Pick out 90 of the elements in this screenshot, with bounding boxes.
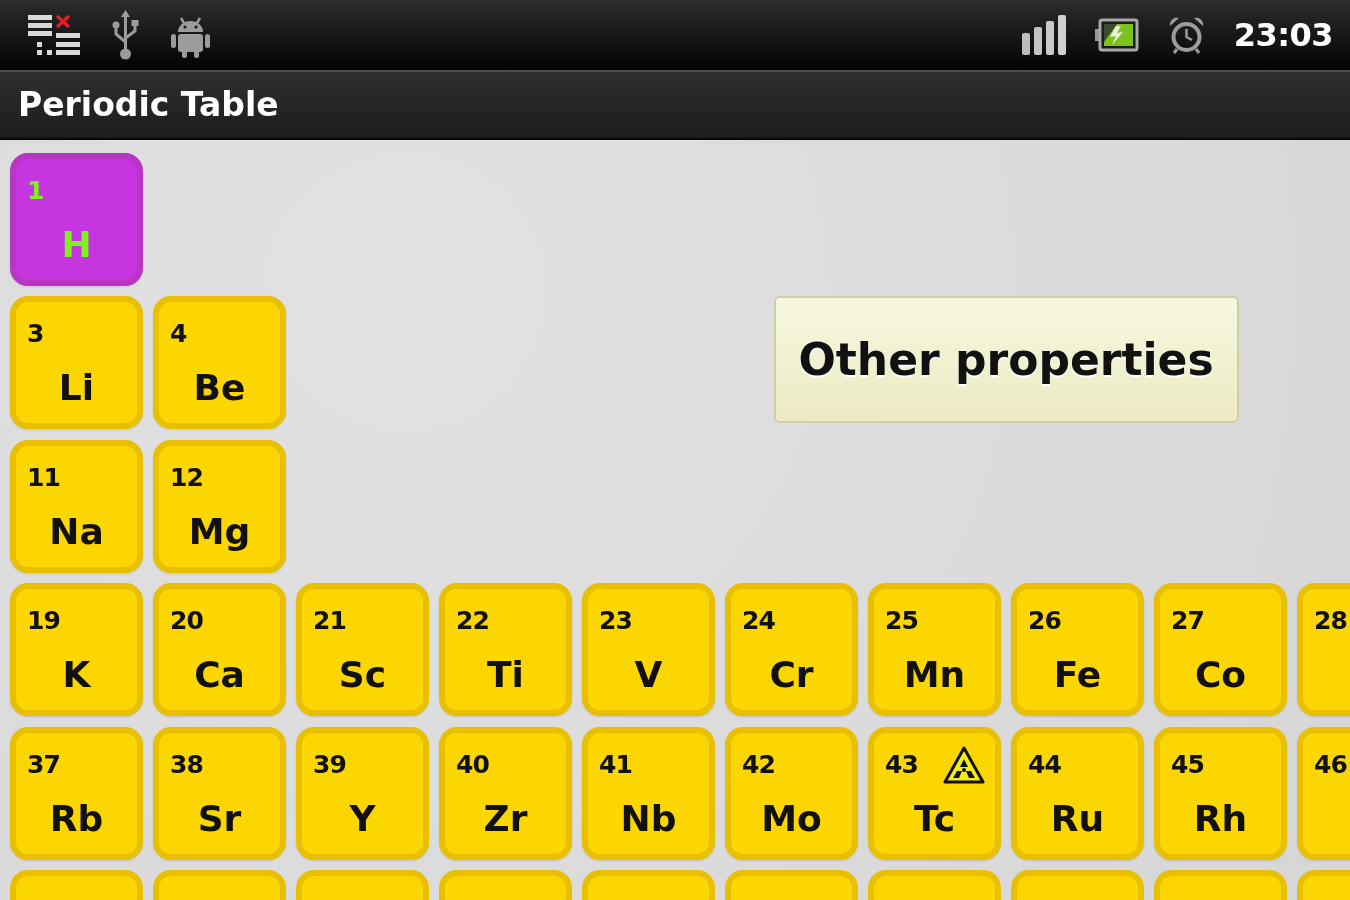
element-symbol: Y (349, 798, 376, 839)
usb-icon[interactable] (112, 10, 139, 60)
element-tile[interactable]: 3 Li (10, 296, 143, 430)
element-symbol: K (62, 655, 91, 696)
element-symbol: Cr (769, 655, 814, 696)
atomic-number: 38 (170, 749, 203, 780)
element-symbol: Ca (194, 655, 245, 696)
element-symbol: Mg (188, 511, 251, 552)
atomic-number: 43 (885, 749, 918, 780)
element-tile[interactable] (725, 869, 858, 900)
atomic-number: 46 (1314, 749, 1347, 780)
element-symbol: Rh (1193, 798, 1248, 839)
element-tile[interactable] (582, 869, 715, 900)
element-tile[interactable] (10, 869, 143, 900)
element-symbol: Na (49, 511, 104, 552)
element-tile[interactable] (1154, 869, 1287, 900)
element-tile[interactable]: 22 Ti (439, 583, 572, 717)
element-symbol: H (61, 225, 92, 265)
element-tile[interactable]: 11 Na (10, 439, 143, 573)
element-tile[interactable]: 46 (1297, 726, 1350, 860)
atomic-number: 28 (1314, 606, 1347, 637)
element-tile[interactable]: 20 Ca (153, 583, 286, 717)
atomic-number: 12 (170, 462, 203, 493)
battery-charging-icon (1094, 18, 1139, 52)
atomic-number: 1 (27, 176, 44, 206)
element-tile[interactable]: 23 V (582, 583, 715, 717)
atomic-number: 25 (885, 606, 918, 637)
element-tile[interactable] (153, 869, 286, 900)
element-tile[interactable]: 4 Be (153, 296, 286, 430)
atomic-number: 22 (456, 606, 489, 637)
element-tile[interactable]: 27 Co (1154, 583, 1287, 717)
element-symbol: Li (58, 368, 95, 409)
atomic-number: 40 (456, 749, 489, 780)
element-symbol: Mn (903, 655, 966, 696)
atomic-number: 20 (170, 606, 203, 637)
atomic-number: 4 (170, 319, 187, 350)
element-tile[interactable]: 26 Fe (1011, 583, 1144, 717)
element-symbol: Nb (620, 798, 677, 839)
element-symbol: Tc (913, 798, 956, 839)
element-tile[interactable] (296, 869, 429, 900)
atomic-number: 39 (313, 749, 346, 780)
atomic-number: 24 (742, 606, 775, 637)
element-tile[interactable]: 21 Sc (296, 583, 429, 717)
element-tile[interactable]: 25 Mn (868, 583, 1001, 717)
element-symbol: Co (1194, 655, 1247, 696)
element-symbol: Be (193, 368, 246, 409)
element-tile[interactable] (868, 869, 1001, 900)
atomic-number: 23 (599, 606, 632, 637)
element-symbol: Sc (338, 655, 387, 696)
atomic-number: 26 (1028, 606, 1061, 637)
atomic-number: 44 (1028, 749, 1061, 780)
alarm-clock-icon (1167, 16, 1205, 54)
element-symbol: Ru (1050, 798, 1105, 839)
element-symbol: Rb (49, 798, 104, 839)
element-tile[interactable]: 28 (1297, 583, 1350, 717)
element-tile[interactable]: 44 Ru (1011, 726, 1144, 860)
element-symbol: Ti (487, 655, 524, 696)
element-tile[interactable] (439, 869, 572, 900)
element-tile[interactable] (1011, 869, 1144, 900)
element-tile[interactable]: 41 Nb (582, 726, 715, 860)
element-symbol: Mo (761, 798, 822, 839)
atomic-number: 42 (742, 749, 775, 780)
atomic-number: 3 (27, 319, 44, 350)
element-tile[interactable]: 40 Zr (439, 726, 572, 860)
element-tile[interactable]: 12 Mg (153, 439, 286, 573)
element-tile[interactable] (1297, 869, 1350, 900)
element-tile[interactable]: 38 Sr (153, 726, 286, 860)
element-symbol: Zr (483, 798, 528, 839)
element-tile[interactable]: 42 Mo (725, 726, 858, 860)
app-title: Periodic Table (18, 85, 279, 125)
atomic-number: 45 (1171, 749, 1204, 780)
element-tile[interactable]: 19 K (10, 583, 143, 717)
atomic-number: 37 (27, 749, 60, 780)
list-clear-icon[interactable] (28, 15, 80, 55)
atomic-number: 41 (599, 749, 632, 780)
atomic-number: 27 (1171, 606, 1204, 637)
element-tile[interactable]: 24 Cr (725, 583, 858, 717)
element-symbol: Sr (197, 798, 242, 839)
element-tile[interactable]: 43 Tc (868, 726, 1001, 860)
signal-bars-icon (1021, 15, 1066, 55)
atomic-number: 11 (27, 462, 60, 493)
other-properties-button[interactable]: Other properties (773, 296, 1239, 424)
element-tile[interactable]: 45 Rh (1154, 726, 1287, 860)
clock-time: 23:03 (1233, 15, 1333, 55)
atomic-number: 21 (313, 606, 346, 637)
element-tile[interactable]: 37 Rb (10, 726, 143, 860)
element-symbol: Fe (1053, 655, 1102, 696)
element-symbol: V (634, 655, 663, 696)
element-tile[interactable]: 39 Y (296, 726, 429, 860)
atomic-number: 19 (27, 606, 60, 637)
